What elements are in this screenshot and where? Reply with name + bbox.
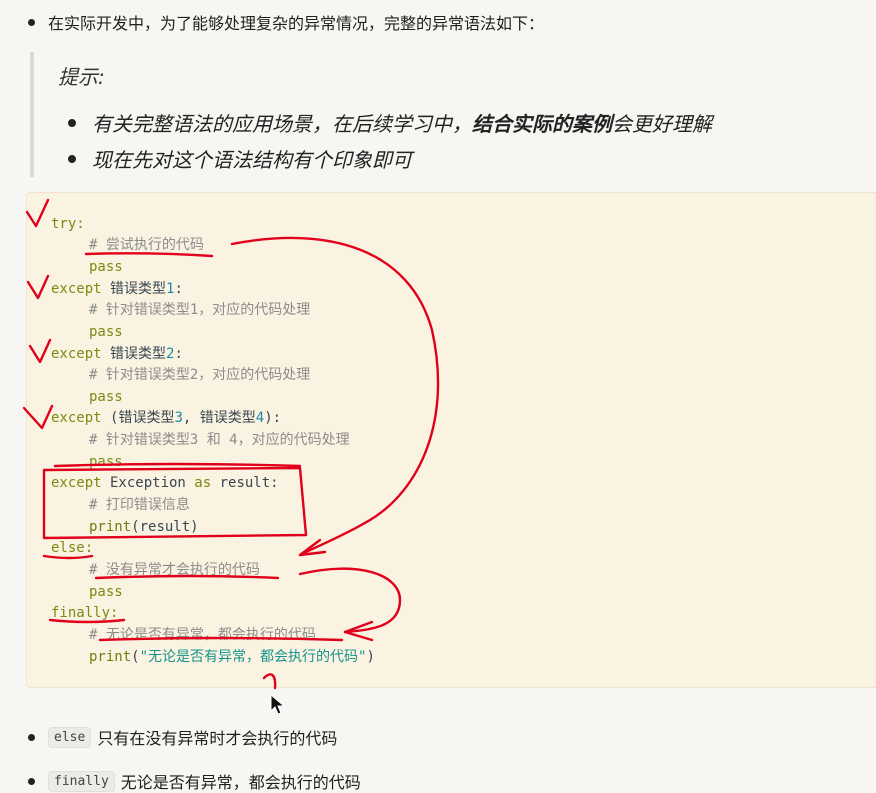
error-type: 错误类型	[110, 281, 167, 297]
tip-item: 有关完整语法的应用场景，在后续学习中， 结合实际的案例 会更好理解	[68, 108, 712, 137]
code-line: # 针对错误类型2，对应的代码处理	[51, 365, 310, 386]
args: (result)	[131, 519, 199, 535]
keyword: pass	[89, 324, 123, 340]
comment: # 没有异常才会执行的代码	[89, 562, 260, 578]
keyword: pass	[89, 454, 123, 470]
tip-blockquote: 提示: 有关完整语法的应用场景，在后续学习中， 结合实际的案例 会更好理解 现在先对…	[30, 52, 830, 177]
code-line: # 针对错误类型3 和 4，对应的代码处理	[51, 430, 350, 451]
code-line: # 打印错误信息	[51, 495, 190, 516]
result-var: result:	[211, 475, 279, 491]
bullet-dot	[28, 733, 35, 741]
finally-bullet: finally 无论是否有异常，都会执行的代码	[28, 769, 361, 793]
code-line: # 针对错误类型1，对应的代码处理	[51, 300, 310, 321]
error-type: 错误类型	[110, 346, 167, 362]
keyword: pass	[89, 259, 123, 275]
else-bullet: else 只有在没有异常时才会执行的代码	[28, 725, 337, 749]
tip-item-text: 现在先对这个语法结构有个印象即可	[92, 148, 412, 172]
comment: # 无论是否有异常，都会执行的代码	[89, 627, 316, 643]
code-line: # 尝试执行的代码	[51, 235, 204, 256]
keyword: except	[51, 281, 102, 297]
bullet-text: 无论是否有异常，都会执行的代码	[120, 773, 361, 792]
keyword: as	[194, 475, 212, 491]
comment: # 打印错误信息	[89, 497, 190, 513]
bullet-dot	[28, 18, 35, 26]
code-line: except Exception as result:	[51, 473, 279, 494]
function-name: print	[89, 519, 132, 535]
tip-item-text: 有关完整语法的应用场景，在后续学习中，	[92, 112, 472, 136]
inline-code: finally	[48, 770, 115, 792]
code-line: except 错误类型1:	[51, 279, 183, 300]
code-line: else:	[51, 538, 93, 559]
code-line: finally:	[51, 603, 118, 624]
colon: :	[174, 346, 183, 362]
bullet-dot	[68, 154, 76, 163]
paren: (	[131, 649, 140, 665]
code-line: # 无论是否有异常，都会执行的代码	[51, 625, 316, 646]
error-type: 错误类型	[118, 410, 175, 426]
bullet-dot	[68, 118, 76, 127]
code-line: pass	[51, 322, 123, 343]
code-line: except 错误类型2:	[51, 344, 183, 365]
keyword: except	[51, 475, 102, 491]
comment: # 针对错误类型1，对应的代码处理	[89, 302, 311, 318]
comma: ,	[182, 410, 200, 426]
code-line: print(result)	[51, 517, 199, 538]
tip-item-text-end: 会更好理解	[612, 112, 712, 136]
inline-code: else	[48, 726, 92, 748]
number: 3	[174, 410, 183, 426]
intro-text: 在实际开发中，为了能够处理复杂的异常情况，完整的异常语法如下：	[48, 14, 545, 33]
string-literal: "无论是否有异常，都会执行的代码"	[139, 649, 367, 665]
code-line: print("无论是否有异常，都会执行的代码")	[51, 647, 375, 668]
comment: # 针对错误类型3 和 4，对应的代码处理	[89, 432, 350, 448]
code-line: # 没有异常才会执行的代码	[51, 560, 260, 581]
tip-item: 现在先对这个语法结构有个印象即可	[68, 144, 412, 173]
keyword: pass	[89, 389, 123, 405]
code-line: pass	[51, 387, 123, 408]
error-type: 错误类型	[199, 410, 256, 426]
code-line: pass	[51, 582, 123, 603]
intro-bullet: 在实际开发中，为了能够处理复杂的异常情况，完整的异常语法如下：	[28, 10, 544, 34]
comment: # 针对错误类型2，对应的代码处理	[89, 367, 311, 383]
bullet-text: 只有在没有异常时才会执行的代码	[97, 729, 338, 748]
keyword: except	[51, 346, 102, 362]
mouse-cursor-icon	[270, 694, 286, 715]
code-line: pass	[51, 257, 123, 278]
paren: ):	[264, 410, 282, 426]
tip-item-bold: 结合实际的案例	[472, 112, 612, 136]
paren: )	[366, 649, 375, 665]
function-name: print	[89, 649, 132, 665]
code-block[interactable]: try: # 尝试执行的代码 pass except 错误类型1: # 针对错误…	[26, 192, 876, 688]
keyword: pass	[89, 584, 123, 600]
exception-name: Exception	[101, 475, 195, 491]
comment: # 尝试执行的代码	[89, 237, 204, 253]
code-line: try:	[51, 214, 85, 235]
code-line: pass	[51, 452, 123, 473]
keyword: try:	[51, 216, 85, 232]
bullet-dot	[28, 777, 35, 785]
tip-title: 提示:	[58, 65, 105, 89]
keyword: except	[51, 410, 102, 426]
keyword: finally:	[51, 605, 119, 621]
number: 4	[255, 410, 265, 426]
keyword: else:	[51, 540, 94, 556]
colon: :	[174, 281, 183, 297]
code-line: except (错误类型3, 错误类型4):	[51, 408, 281, 429]
